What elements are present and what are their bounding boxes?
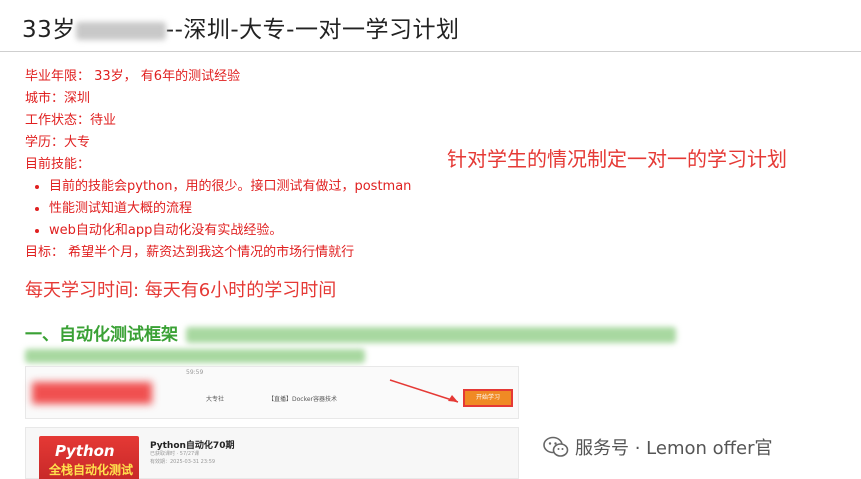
skills-label: 目前技能： [25, 157, 91, 172]
start-learning-button: 开始学习 [463, 389, 513, 407]
screenshot-nav-item: 【直播】Docker容器技术 [268, 396, 338, 403]
city: 城市：深圳 [25, 91, 91, 106]
title-suffix: --深圳-大专-一对一学习计划 [165, 17, 460, 43]
watermark: 服务号 · Lemon offer官 [543, 434, 773, 460]
blurred-logo [32, 382, 152, 404]
watermark-text: 服务号 · Lemon offer官 [575, 438, 773, 459]
course-meta: 已获取课时 · 57/27课 [150, 451, 200, 457]
blurred-line [25, 345, 365, 364]
embedded-screenshot-course: Python 全栈自动化测试 Python自动化70期 已获取课时 · 57/2… [25, 427, 519, 479]
blurred-text [25, 348, 365, 363]
section-title: 一、自动化测试框架 [25, 325, 178, 345]
work-status: 工作状态：待业 [25, 113, 117, 128]
skills-list: 目前的技能会python，用的很少。接口测试有做过，postman 性能测试知道… [49, 176, 411, 242]
goal: 目标： 希望半个月，薪资达到我这个情况的市场行情就行 [25, 245, 355, 260]
cover-line1: Python [55, 442, 115, 460]
plan-annotation: 针对学生的情况制定一对一的学习计划 [447, 147, 787, 171]
skill-item: web自动化和app自动化没有实战经验。 [49, 220, 411, 242]
cover-line2: 全栈自动化测试 [49, 463, 134, 477]
blurred-text [186, 327, 676, 343]
course-meta: 有效期：2025-03-31 23:59 [150, 459, 216, 465]
study-time: 每天学习时间: 每天有6小时的学习时间 [25, 280, 337, 301]
grad-years: 毕业年限： 33岁， 有6年的测试经验 [25, 69, 241, 84]
screenshot-nav-item: 大专社 [206, 396, 225, 403]
page-title: 33岁 --深圳-大专-一对一学习计划 [22, 10, 459, 44]
title-prefix: 33岁 [22, 17, 76, 43]
arrow-icon [389, 379, 459, 403]
screenshot-time: 59:59 [186, 369, 204, 376]
blurred-name [75, 21, 166, 40]
wechat-icon [543, 436, 569, 457]
section-heading: 一、自动化测试框架 [25, 320, 676, 345]
header-bar: 33岁 --深圳-大专-一对一学习计划 [0, 0, 861, 52]
course-cover: Python 全栈自动化测试 [39, 436, 139, 479]
education: 学历：大专 [25, 135, 91, 150]
student-profile: 毕业年限： 33岁， 有6年的测试经验 城市：深圳 工作状态：待业 学历：大专 … [25, 66, 411, 264]
skill-item: 性能测试知道大概的流程 [49, 198, 411, 220]
skill-item: 目前的技能会python，用的很少。接口测试有做过，postman [49, 176, 411, 198]
